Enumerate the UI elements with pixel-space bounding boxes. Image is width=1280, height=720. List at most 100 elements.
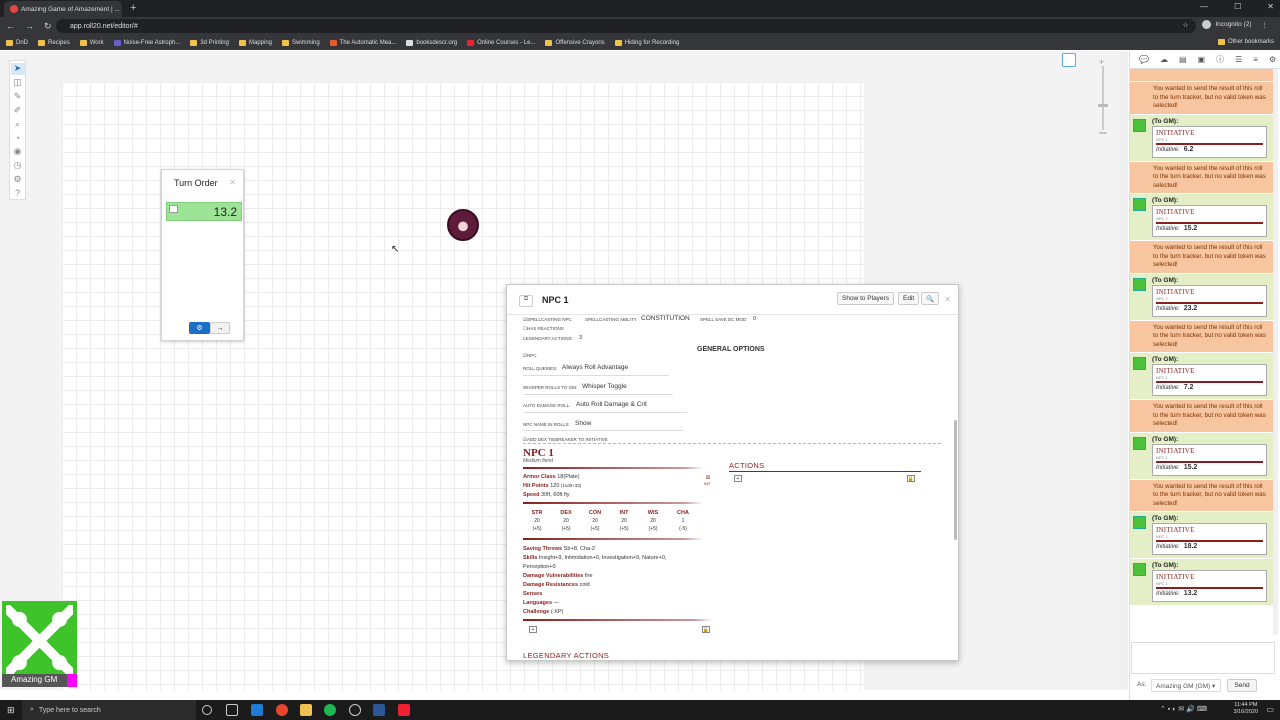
edge-icon[interactable]: [251, 704, 263, 716]
file-explorer-icon[interactable]: [300, 704, 312, 716]
bookmark[interactable]: Noise-Free Astroph...: [113, 39, 180, 46]
sheet-scrollbar[interactable]: [954, 420, 957, 540]
task-view-icon[interactable]: [226, 704, 238, 716]
ability-str[interactable]: STR 20 (+5): [526, 509, 548, 533]
bookmark[interactable]: Hiding for Recording: [614, 39, 679, 46]
page-toolbar-button[interactable]: [1062, 53, 1076, 67]
turn-order-entry[interactable]: 13.2: [166, 202, 242, 221]
windows-start-icon[interactable]: ⊞: [7, 705, 15, 716]
minimize-icon[interactable]: —: [1200, 2, 1208, 11]
speak-as-select[interactable]: Amazing GM (GM) ▾: [1151, 679, 1221, 692]
list-tab-icon[interactable]: ≡: [1253, 55, 1258, 64]
has-reactions-checkbox[interactable]: ☐HAS REACTIONS: [523, 326, 564, 332]
chat-log[interactable]: You wanted to send the result of this ro…: [1130, 69, 1273, 635]
clock[interactable]: 11:44 PM 3/16/2020: [1234, 702, 1258, 716]
profile-button[interactable]: ☆ Incognito (2) ⋮: [1183, 20, 1268, 29]
zoom-tool-icon[interactable]: ⌕: [11, 118, 25, 130]
bookmark[interactable]: DnD: [6, 39, 28, 46]
bookmark[interactable]: 3d Printing: [190, 39, 229, 46]
info-tab-icon[interactable]: ⓘ: [1216, 54, 1224, 65]
search-button[interactable]: 🔍: [921, 292, 940, 305]
roll20-taskbar-icon[interactable]: [398, 704, 410, 716]
add-trait-button[interactable]: +: [529, 626, 537, 633]
chat-scrollbar[interactable]: [1273, 69, 1278, 635]
ability-con[interactable]: CON 20 (+5): [584, 509, 606, 533]
close-icon[interactable]: ✕: [944, 295, 951, 304]
journal-tab-icon[interactable]: ▤: [1179, 55, 1187, 64]
roll-queries-select[interactable]: Always Roll Advantage: [562, 364, 628, 371]
chat-input[interactable]: [1131, 642, 1275, 674]
npc-character-sheet[interactable]: ⧉ NPC 1 Show to Players Edit 🔍 ✕ ☑SPELLC…: [506, 284, 959, 661]
new-tab-icon[interactable]: +: [130, 2, 136, 14]
deck-tab-icon[interactable]: ☰: [1235, 55, 1242, 64]
art-tab-icon[interactable]: ☁: [1160, 55, 1168, 64]
star-icon[interactable]: ☆: [1183, 21, 1189, 29]
reload-icon[interactable]: ↻: [44, 21, 52, 32]
whisper-rolls-select[interactable]: Whisper Toggle: [582, 383, 627, 390]
send-button[interactable]: Send: [1227, 679, 1257, 692]
npc-name-in-rolls-select[interactable]: Show: [575, 420, 591, 427]
chrome-icon[interactable]: [276, 704, 288, 716]
lock-icon[interactable]: 🔒: [907, 475, 915, 482]
other-bookmarks[interactable]: Other bookmarks: [1217, 39, 1274, 45]
bookmark[interactable]: Offensive Crayons: [545, 39, 605, 46]
close-window-icon[interactable]: ✕: [1267, 2, 1274, 11]
ability-int[interactable]: INT 20 (+5): [613, 509, 635, 533]
browser-tab[interactable]: Amazing Game of Amazement | ... ✕: [4, 1, 122, 17]
auto-damage-select[interactable]: Auto Roll Damage & Crit: [576, 401, 647, 408]
legendary-actions-field[interactable]: 3: [579, 335, 582, 341]
add-action-button[interactable]: +: [734, 475, 742, 482]
compendium-tab-icon[interactable]: ▣: [1198, 55, 1206, 64]
taskbar-search[interactable]: ⌕ Type here to search: [22, 700, 196, 720]
bookmark[interactable]: Work: [79, 39, 104, 46]
layer-tool-icon[interactable]: ◫: [11, 77, 25, 89]
cortana-icon[interactable]: [202, 705, 212, 715]
spell-ability-field[interactable]: CONSTITUTION: [641, 315, 690, 322]
lock-icon[interactable]: 🔒: [702, 626, 710, 633]
npc-token[interactable]: [447, 209, 479, 241]
system-tray-icons[interactable]: ⌃ ▪ ◐ ✉ 🔊 ⌨: [1160, 705, 1207, 713]
spell-dc-field[interactable]: 0: [753, 316, 756, 322]
bookmark[interactable]: Mapping: [238, 39, 272, 46]
initiative-dice-icon[interactable]: ⚄: [704, 474, 712, 481]
popout-icon[interactable]: ⧉: [519, 295, 533, 307]
draw-tool-icon[interactable]: ✎: [11, 91, 25, 103]
bookmark[interactable]: booksdescr.org: [406, 39, 457, 46]
zoom-slider[interactable]: +: [1096, 56, 1110, 136]
ability-wis[interactable]: WIS 20 (+5): [642, 509, 664, 533]
canvas-scrollbar[interactable]: [1120, 52, 1128, 688]
back-icon[interactable]: ←: [6, 21, 15, 32]
ability-dex[interactable]: DEX 20 (+5): [555, 509, 577, 533]
show-to-players-button[interactable]: Show to Players: [837, 292, 894, 305]
dice-tool-icon[interactable]: ⚙: [11, 173, 25, 185]
bookmark[interactable]: Online Courses - Le...: [467, 39, 535, 46]
menu-icon[interactable]: ⋮: [1262, 21, 1269, 29]
select-tool-icon[interactable]: ➤: [10, 63, 25, 75]
help-icon[interactable]: ?: [11, 187, 25, 199]
obs-icon[interactable]: [349, 704, 361, 716]
notification-icon[interactable]: ▭: [1266, 705, 1274, 714]
text-tool-icon[interactable]: ✐: [11, 104, 25, 116]
bookmark[interactable]: Swimming: [282, 39, 320, 46]
close-icon[interactable]: ✕: [229, 178, 236, 187]
chat-tab-icon[interactable]: 💬: [1139, 55, 1149, 64]
npc-checkbox[interactable]: ☑NPC: [523, 353, 537, 359]
spotify-icon[interactable]: [324, 704, 336, 716]
url-field[interactable]: app.roll20.net/editor/#: [56, 19, 1196, 33]
maximize-icon[interactable]: ☐: [1234, 2, 1241, 11]
forward-icon[interactable]: →: [25, 21, 34, 32]
player-avatar[interactable]: [2, 601, 77, 681]
turn-order-panel[interactable]: Turn Order ✕ 13.2 ⚙ →: [161, 169, 244, 341]
player-color-swatch[interactable]: [67, 674, 77, 687]
edit-button[interactable]: Edit: [898, 292, 920, 305]
word-icon[interactable]: [373, 704, 385, 716]
turn-tracker-icon[interactable]: ◷: [11, 160, 25, 172]
ability-cha[interactable]: CHA 1 (-5): [672, 509, 694, 533]
settings-tab-icon[interactable]: ⚙: [1269, 55, 1276, 64]
turn-settings-button[interactable]: ⚙: [189, 322, 210, 334]
bookmark[interactable]: Recipes: [38, 39, 70, 46]
next-turn-button[interactable]: →: [210, 322, 230, 334]
turn-order-value[interactable]: 13.2: [214, 205, 237, 219]
spellcasting-npc-checkbox[interactable]: ☑SPELLCASTING NPC: [523, 317, 572, 323]
bookmark[interactable]: The Automatic Mea...: [329, 39, 396, 46]
